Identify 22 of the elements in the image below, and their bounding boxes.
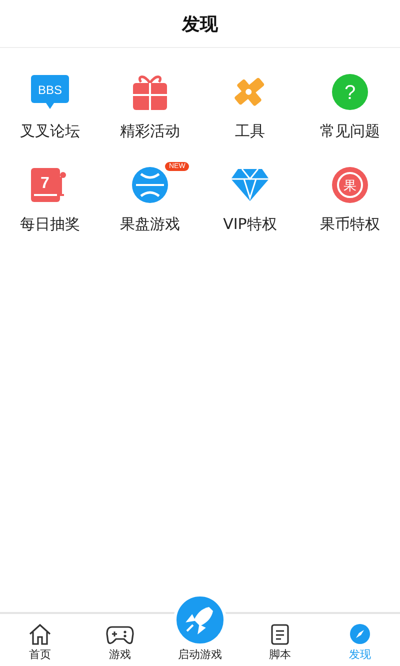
home-icon [28,623,52,645]
tab[interactable]: 启动游戏 [160,590,240,666]
diamond-icon [230,168,270,202]
feature-label[interactable]: VIP特权 [223,215,277,234]
gamepad-icon [106,625,134,645]
feature-label[interactable]: 每日抽奖 [20,215,80,234]
compass-icon [349,623,371,645]
feature-label[interactable]: 叉叉论坛 [20,122,80,141]
tab[interactable]: 脚本 [240,614,320,666]
page-title: 发现 [182,12,218,36]
feature-label[interactable]: 果币特权 [320,215,380,234]
game-logo-icon [131,166,169,204]
feature-label[interactable]: 工具 [235,122,265,141]
tab[interactable]: 游戏 [80,614,160,666]
help-icon: ? [332,74,368,110]
feature-label[interactable]: 常见问题 [320,122,380,141]
tab[interactable]: 首页 [0,614,80,666]
feature-label[interactable]: 果盘游戏 [120,215,180,234]
document-icon [269,623,291,645]
gift-icon [131,73,169,111]
coin-icon: 果 [331,166,369,204]
feature-label[interactable]: 精彩活动 [120,122,180,141]
